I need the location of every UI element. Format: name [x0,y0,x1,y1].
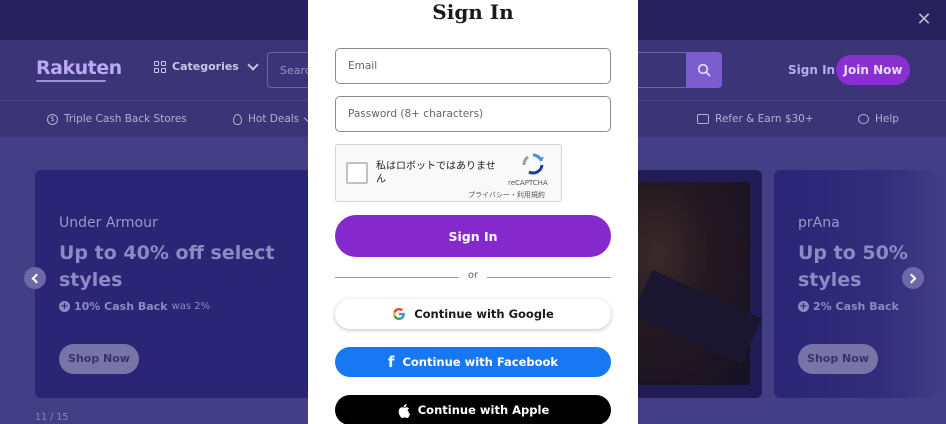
cash-back-value: 2% Cash Back [813,300,899,313]
cash-back-value: 10% Cash Back [74,300,168,313]
subnav-item-refer-earn[interactable]: Refer & Earn $30+ [697,113,814,125]
search-button[interactable] [686,52,722,88]
chevron-down-icon [247,58,259,71]
signin-modal: Sign In 私はロボットではありません reCAPTCHA プライバシー・利… [308,0,638,424]
modal-title: Sign In [432,0,514,24]
rakuten-logo[interactable]: Rakuten [36,57,122,79]
deal-card[interactable]: Under Armour Up to 40% off select styles… [35,170,325,398]
plus-icon: + [798,301,809,312]
signin-button-label: Sign In [448,228,498,244]
flame-icon [233,113,242,125]
header-signin-link[interactable]: Sign In [788,63,835,77]
logo-swoosh [36,80,106,82]
continue-facebook-button[interactable]: f Continue with Facebook [335,347,611,377]
recaptcha-logo-icon [522,153,544,175]
signin-button[interactable]: Sign In [335,215,611,257]
google-icon [393,307,405,321]
subnav-item-label: Refer & Earn $30+ [715,113,814,125]
recaptcha-label: 私はロボットではありません [376,161,496,185]
subnav-item-help[interactable]: Help [858,113,899,125]
facebook-icon: f [387,352,395,371]
was-rate: was 2% [171,301,211,312]
or-text: or [467,270,479,281]
subnav-item-label: Help [875,113,899,125]
apple-button-label: Continue with Apple [417,403,550,417]
grid-icon [154,60,166,73]
deal-headline: Up to 40% off select styles [59,242,275,291]
subnav-item-triple-cash-back[interactable]: $ Triple Cash Back Stores [47,113,187,125]
cash-back-info: + 2% Cash Back [798,300,899,313]
card-icon [697,114,709,124]
email-field[interactable] [335,48,611,84]
dollar-circle-icon: $ [47,113,58,125]
continue-apple-button[interactable]: Continue with Apple [335,395,611,424]
subnav-item-label: Hot Deals [248,113,300,125]
password-input[interactable] [336,97,610,131]
recaptcha-checkbox[interactable] [346,162,368,184]
divider-line [487,277,611,278]
continue-google-button[interactable]: Continue with Google [335,299,611,329]
google-button-label: Continue with Google [414,307,554,321]
recaptcha-widget: 私はロボットではありません reCAPTCHA プライバシー・利用規約 [335,144,562,202]
chat-bubble-icon [858,114,869,124]
deal-brand: prAna [798,215,840,231]
subnav-item-label: Triple Cash Back Stores [64,113,187,125]
categories-label: Categories [172,60,239,73]
subnav-item-hot-deals[interactable]: Hot Deals [233,113,313,125]
categories-menu[interactable]: Categories [154,58,259,73]
shop-now-button[interactable]: Shop Now [798,344,878,374]
join-now-button[interactable]: Join Now [836,55,910,85]
or-divider: or [335,270,611,284]
deal-brand: Under Armour [59,215,158,231]
facebook-button-label: Continue with Facebook [402,355,559,369]
carousel-pager: 11 / 15 [35,412,69,423]
plus-icon: + [59,301,70,312]
search-icon [697,63,711,77]
password-field[interactable] [335,96,611,132]
shop-now-button[interactable]: Shop Now [59,344,139,374]
close-icon[interactable]: ✕ [914,10,934,30]
email-input[interactable] [336,49,610,83]
carousel-next-button[interactable] [902,267,924,289]
carousel-prev-button[interactable] [24,267,46,289]
recaptcha-links[interactable]: プライバシー・利用規約 [468,190,545,200]
recaptcha-brand: reCAPTCHA [508,179,548,187]
apple-icon [398,403,410,418]
cash-back-info: + 10% Cash Back was 2% [59,300,210,313]
